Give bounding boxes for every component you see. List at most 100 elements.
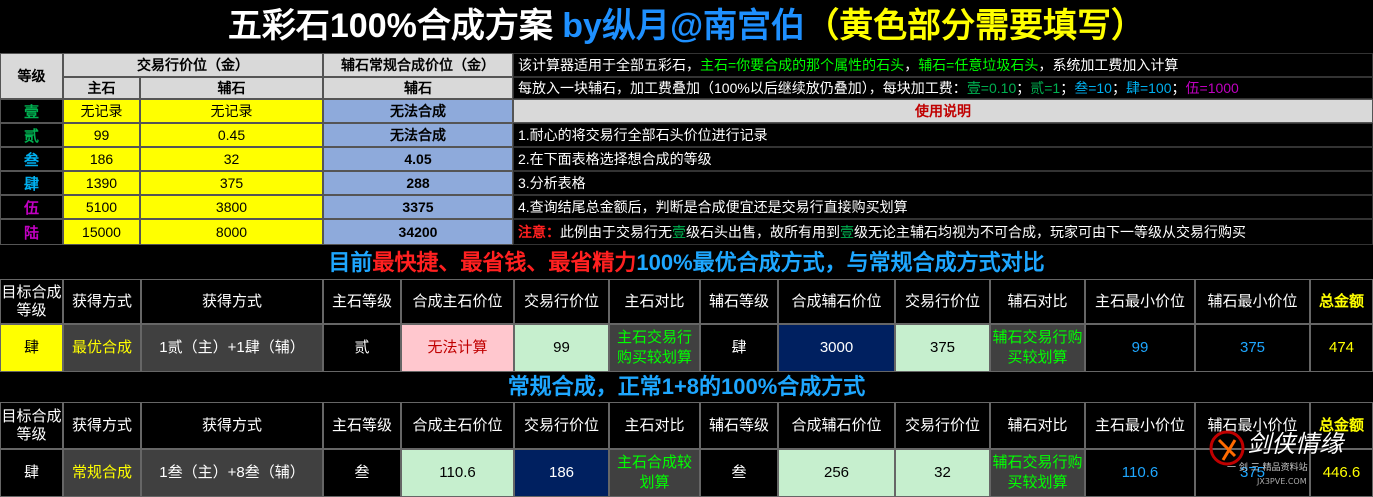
header-aux-conv: 辅石常规合成价位（金）: [323, 53, 513, 77]
header-total-amount: 总金额: [1310, 279, 1373, 324]
row1-main-synth-price: 无法计算: [401, 324, 514, 372]
site-logo-watermark: 剑侠情缘 一 剑 三 精品资料站 JX3PVE.COM: [1209, 430, 1346, 486]
main-price-cell: 无记录: [63, 99, 140, 123]
header-aux-market-price: 交易行价位: [895, 279, 990, 324]
title-author: by纵月@南宫伯: [562, 7, 806, 45]
header-aux-compare: 辅石对比: [990, 402, 1085, 449]
aux-conv-price-cell: 无法合成: [323, 99, 513, 123]
section-normal-title: 常规合成，正常1+8的100%合成方式: [0, 372, 1373, 402]
watermark-logo-text: 剑侠情缘: [1247, 430, 1346, 458]
row2-method-detail: 1叁（主）+8叁（辅）: [141, 449, 323, 497]
header-main-synth-price: 合成主石价位: [401, 279, 514, 324]
level-label: 叁: [0, 147, 63, 171]
header-main-min-price: 主石最小价位: [1085, 279, 1195, 324]
header-aux-level: 辅石等级: [700, 402, 778, 449]
aux-price-cell: 375: [140, 171, 323, 195]
usage-step-2: 2.在下面表格选择想合成的等级: [513, 147, 1373, 171]
usage-note: 注意： 此例由于交易行无壹级石头出售，故所有用到壹级无论主辅石均视为不可合成，玩家…: [513, 219, 1373, 245]
row1-aux-level: 肆: [700, 324, 778, 372]
row1-aux-market-price: 375: [895, 324, 990, 372]
header-method-detail: 获得方式: [141, 402, 323, 449]
aux-price-cell: 32: [140, 147, 323, 171]
header-method: 获得方式: [63, 402, 141, 449]
row2-target-level: 肆: [0, 449, 63, 497]
level-label: 壹: [0, 99, 63, 123]
row2-aux-market-price: 32: [895, 449, 990, 497]
row1-main-compare: 主石交易行购买较划算: [609, 324, 700, 372]
row2-main-compare: 主石合成较划算: [609, 449, 700, 497]
header-aux-level: 辅石等级: [700, 279, 778, 324]
header-main-compare: 主石对比: [609, 402, 700, 449]
header-main-level: 主石等级: [323, 279, 401, 324]
aux-price-cell: 无记录: [140, 99, 323, 123]
main-price-cell: 186: [63, 147, 140, 171]
row1-target-level: 肆: [0, 324, 63, 372]
usage-step-4: 4.查询结尾总金额后，判断是合成便宜还是交易行直接购买划算: [513, 195, 1373, 219]
usage-step-3: 3.分析表格: [513, 171, 1373, 195]
header-level: 等级: [0, 53, 63, 99]
header-market: 交易行价位（金）: [63, 53, 323, 77]
aux-price-cell: 0.45: [140, 123, 323, 147]
level-label: 贰: [0, 123, 63, 147]
header-main-market-price: 交易行价位: [514, 279, 609, 324]
level-label: 伍: [0, 195, 63, 219]
header-aux-synth-price: 合成辅石价位: [778, 279, 895, 324]
aux-conv-price-cell: 3375: [323, 195, 513, 219]
header-aux-compare: 辅石对比: [990, 279, 1085, 324]
title-note: （黄色部分需要填写）: [805, 7, 1146, 45]
level-label: 陆: [0, 219, 63, 245]
level-label: 肆: [0, 171, 63, 195]
aux-conv-price-cell: 无法合成: [323, 123, 513, 147]
row1-main-level: 贰: [323, 324, 401, 372]
section-optimal-title: 目前最快捷、最省钱、最省精力100%最优合成方式，与常规合成方式对比: [0, 247, 1373, 279]
row2-method: 常规合成: [63, 449, 141, 497]
header-main: 主石: [63, 77, 140, 99]
row2-main-synth-price: 110.6: [401, 449, 514, 497]
header-method-detail: 获得方式: [141, 279, 323, 324]
header-aux-2: 辅石: [323, 77, 513, 99]
aux-price-cell: 8000: [140, 219, 323, 245]
header-main-compare: 主石对比: [609, 279, 700, 324]
row2-main-min-price: 110.6: [1085, 449, 1195, 497]
aux-conv-price-cell: 34200: [323, 219, 513, 245]
title-main: 五彩石100%合成方案: [227, 7, 563, 45]
note-line-1: 该计算器适用于全部五彩石， 主石=你要合成的那个属性的石头，辅石=任意垃圾石头 ，系…: [513, 53, 1373, 77]
row1-method: 最优合成: [63, 324, 141, 372]
row1-main-min-price: 99: [1085, 324, 1195, 372]
header-aux-synth-price: 合成辅石价位: [778, 402, 895, 449]
header-aux-market-price: 交易行价位: [895, 402, 990, 449]
header-main-synth-price: 合成主石价位: [401, 402, 514, 449]
aux-price-cell: 3800: [140, 195, 323, 219]
header-main-level: 主石等级: [323, 402, 401, 449]
row1-aux-synth-price: 3000: [778, 324, 895, 372]
header-main-market-price: 交易行价位: [514, 402, 609, 449]
row2-aux-level: 叁: [700, 449, 778, 497]
header-main-min-price: 主石最小价位: [1085, 402, 1195, 449]
watermark-url: JX3PVE.COM: [1256, 477, 1307, 486]
row1-aux-compare: 辅石交易行购买较划算: [990, 324, 1085, 372]
watermark-subtext: 一 剑 三 精品资料站: [1227, 461, 1308, 473]
main-price-cell: 5100: [63, 195, 140, 219]
row1-total-amount: 474: [1310, 324, 1373, 372]
aux-conv-price-cell: 288: [323, 171, 513, 195]
main-price-cell: 1390: [63, 171, 140, 195]
header-target-level: 目标合成等级: [0, 279, 63, 324]
note-line-2: 每放入一块辅石，加工费叠加（100%以后继续放仍叠加），每块加工费： 壹=0.10…: [513, 77, 1373, 99]
row1-aux-min-price: 375: [1195, 324, 1310, 372]
row2-main-market-price: 186: [514, 449, 609, 497]
usage-step-1: 1.耐心的将交易行全部石头价位进行记录: [513, 123, 1373, 147]
header-aux: 辅石: [140, 77, 323, 99]
main-price-cell: 99: [63, 123, 140, 147]
row2-main-level: 叁: [323, 449, 401, 497]
header-aux-min-price: 辅石最小价位: [1195, 279, 1310, 324]
header-method: 获得方式: [63, 279, 141, 324]
header-target-level: 目标合成等级: [0, 402, 63, 449]
aux-conv-price-cell: 4.05: [323, 147, 513, 171]
main-price-cell: 15000: [63, 219, 140, 245]
row1-main-market-price: 99: [514, 324, 609, 372]
row2-aux-compare: 辅石交易行购买较划算: [990, 449, 1085, 497]
row1-method-detail: 1贰（主）+1肆（辅）: [141, 324, 323, 372]
page-title: 五彩石100%合成方案 by纵月@南宫伯（黄色部分需要填写）: [0, 0, 1373, 52]
row2-aux-synth-price: 256: [778, 449, 895, 497]
usage-title: 使用说明: [513, 99, 1373, 123]
